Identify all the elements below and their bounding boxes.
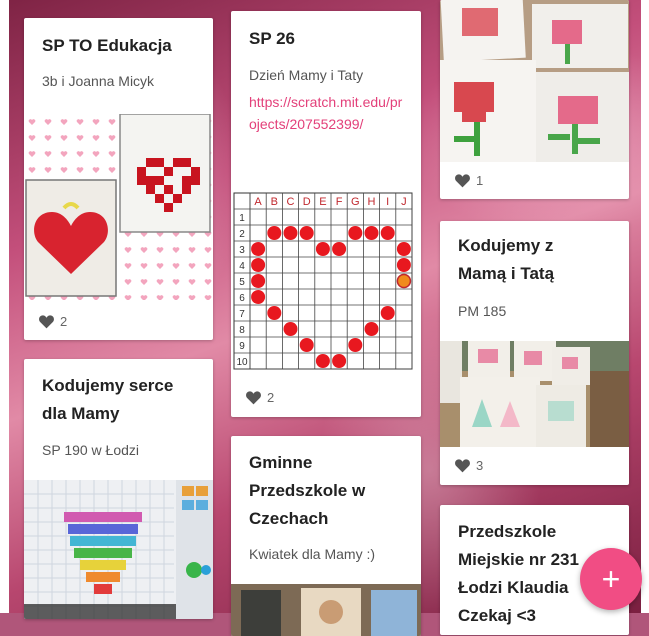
grid-column-label: A (254, 196, 262, 208)
grid-row-label: 1 (239, 213, 245, 224)
post-image[interactable] (231, 584, 421, 636)
grid-row-label: 4 (239, 261, 245, 272)
like-count[interactable]: 2 (38, 314, 67, 329)
grid-heart-cell (251, 258, 266, 272)
post-title: SP TO Edukacja (42, 36, 172, 55)
grid-heart-cell (251, 274, 266, 288)
grid-row-label: 7 (239, 309, 245, 320)
grid-heart-cell (332, 354, 347, 368)
grid-heart-cell (348, 226, 363, 240)
grid-column-label: D (303, 196, 311, 208)
grid-heart-cell (299, 338, 314, 352)
post-subtitle: SP 190 w Łodzi (42, 442, 140, 458)
post-image[interactable] (440, 0, 629, 162)
post-card-sp-to-edukacja[interactable]: SP TO Edukacja 3b i Joanna Micyk 2 (24, 18, 213, 340)
grid-column-label: E (319, 196, 326, 208)
post-title: Kodujemy z Mamą i Tatą (458, 236, 555, 283)
grid-column-label: J (401, 196, 407, 208)
grid-column-label: B (271, 196, 278, 208)
grid-row-label: 9 (239, 341, 245, 352)
heart-icon (246, 391, 261, 405)
grid-column-label: C (287, 196, 295, 208)
post-link[interactable]: https://scratch.mit.edu/projects/2075523… (249, 91, 407, 135)
post-subtitle: 3b i Joanna Micyk (42, 73, 155, 89)
post-image[interactable] (24, 114, 213, 300)
grid-heart-cell (251, 242, 266, 256)
grid-heart-cell (299, 226, 314, 240)
post-card-tulips[interactable]: 1 (440, 0, 629, 199)
grid-row-label: 3 (239, 245, 245, 256)
grid-row-label: 8 (239, 325, 245, 336)
post-card-sp-26[interactable]: SP 26 Dzień Mamy i Taty https://scratch.… (231, 11, 421, 417)
post-image[interactable] (24, 480, 213, 619)
grid-column-label: H (368, 196, 376, 208)
frame-right (641, 0, 649, 613)
post-title: SP 26 (249, 29, 296, 48)
grid-cursor-marker (396, 273, 412, 289)
grid-column-label: G (351, 196, 360, 208)
post-title: Gminne Przedszkole w Czechach (249, 453, 366, 528)
grid-heart-cell (348, 338, 363, 352)
grid-heart-cell (396, 258, 411, 272)
plus-icon: + (601, 561, 621, 597)
post-subtitle: PM 185 (458, 303, 507, 319)
grid-heart-cell (251, 290, 266, 304)
post-title: Kodujemy serce dla Mamy (42, 376, 174, 423)
post-card-gminne-przedszkole[interactable]: Gminne Przedszkole w Czechach Kwiatek dl… (231, 436, 421, 636)
like-count[interactable]: 1 (454, 173, 483, 188)
like-count[interactable]: 3 (454, 458, 483, 473)
post-image[interactable]: A B C D E F G H I J 1 2 3 4 5 6 7 8 9 10 (231, 191, 421, 377)
post-card-kodujemy-z-mama-i-tata[interactable]: Kodujemy z Mamą i Tatą PM 185 3 (440, 221, 629, 485)
grid-column-label: F (336, 196, 343, 208)
grid-row-label: 6 (239, 293, 245, 304)
grid-row-label: 2 (239, 229, 245, 240)
grid-heart-cell (283, 322, 298, 336)
post-image[interactable] (440, 341, 629, 447)
grid-heart-cell (332, 242, 347, 256)
frame-left (0, 0, 9, 613)
grid-heart-cell (380, 226, 395, 240)
grid-row-label: 10 (236, 357, 248, 368)
heart-icon (455, 174, 470, 188)
grid-heart-cell (364, 226, 379, 240)
post-card-kodujemy-serce-dla-mamy[interactable]: Kodujemy serce dla Mamy SP 190 w Łodzi (24, 359, 213, 619)
add-post-button[interactable]: + (580, 548, 642, 610)
grid-heart-cell (380, 306, 395, 320)
grid-heart-cell (267, 306, 282, 320)
grid-heart-cell (315, 354, 330, 368)
grid-heart-cell (283, 226, 298, 240)
post-subtitle: Dzień Mamy i Taty (249, 67, 364, 83)
grid-column-label: I (386, 196, 389, 208)
grid-heart-cell (396, 242, 411, 256)
grid-heart-cell (364, 322, 379, 336)
grid-heart-cell (267, 226, 282, 240)
heart-icon (39, 315, 54, 329)
post-subtitle: Kwiatek dla Mamy :) (249, 546, 376, 562)
grid-heart-cell (315, 242, 330, 256)
like-count[interactable]: 2 (245, 390, 274, 405)
heart-icon (455, 459, 470, 473)
grid-row-label: 5 (239, 277, 245, 288)
heart-grid: A B C D E F G H I J 1 2 3 4 5 6 7 8 9 10 (233, 192, 413, 370)
